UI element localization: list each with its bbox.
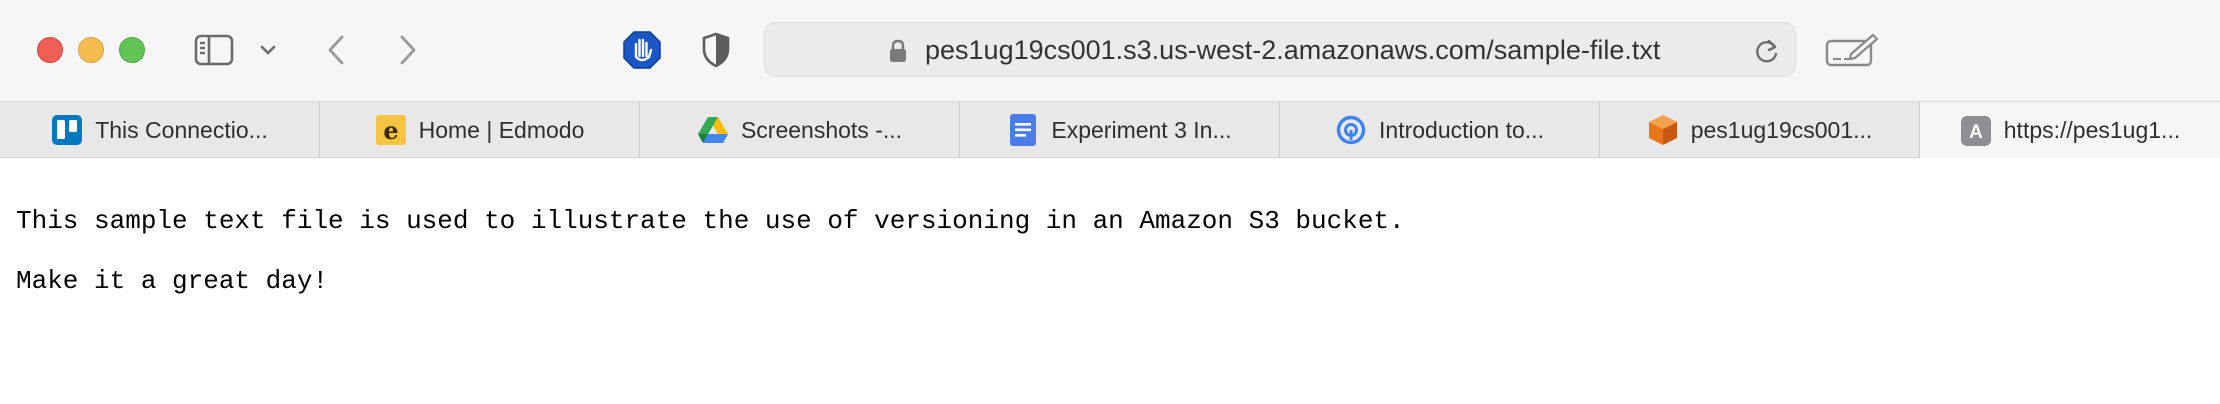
hand-stop-icon — [623, 31, 661, 69]
tab-title: This Connectio... — [95, 116, 268, 143]
edmodo-icon: e — [375, 114, 407, 146]
browser-toolbar: pes1ug19cs001.s3.us-west-2.amazonaws.com… — [0, 0, 2220, 102]
tab-title: pes1ug19cs001... — [1690, 116, 1873, 143]
forward-arrow-icon — [400, 35, 416, 65]
tab-title: Screenshots -... — [740, 116, 903, 143]
minimize-window-button[interactable] — [78, 37, 104, 63]
svg-text:e: e — [383, 116, 398, 145]
tab-current-page[interactable]: A https://pes1ug1... — [1920, 102, 2220, 159]
privacy-shield-button[interactable] — [696, 30, 736, 70]
tab-google-docs[interactable]: Experiment 3 In... — [960, 102, 1280, 158]
aws-cube-icon — [1647, 114, 1679, 146]
tab-introduction[interactable]: Introduction to... — [1280, 102, 1600, 158]
tab-title: Introduction to... — [1379, 116, 1544, 143]
tab-edmodo[interactable]: e Home | Edmodo — [320, 102, 640, 158]
back-button[interactable] — [320, 30, 352, 70]
page-content: This sample text file is used to illustr… — [0, 158, 2220, 404]
chevron-down-icon — [260, 45, 276, 55]
close-window-button[interactable] — [37, 37, 63, 63]
google-drive-icon — [697, 114, 729, 146]
edit-share-icon — [1825, 33, 1879, 67]
tab-s3-bucket[interactable]: pes1ug19cs001... — [1600, 102, 1920, 158]
shield-icon — [702, 32, 730, 68]
sidebar-toggle-button[interactable] — [192, 30, 236, 70]
tab-bar: This Connectio... e Home | Edmodo Screen… — [0, 102, 2220, 159]
google-docs-icon — [1007, 114, 1039, 146]
trello-icon — [51, 114, 83, 146]
tab-title: Home | Edmodo — [418, 116, 585, 143]
favicon-letter: A — [1969, 122, 1983, 143]
url-text: pes1ug19cs001.s3.us-west-2.amazonaws.com… — [925, 35, 1661, 65]
forward-button[interactable] — [392, 30, 424, 70]
back-arrow-icon — [328, 35, 344, 65]
tab-group-menu-button[interactable] — [256, 38, 280, 62]
reload-icon[interactable] — [1753, 37, 1781, 65]
tab-title: https://pes1ug1... — [2003, 117, 2181, 143]
lock-icon — [890, 39, 906, 62]
letter-a-icon: A — [1960, 115, 1992, 147]
text-line: This sample text file is used to illustr… — [16, 206, 1405, 236]
adblock-extension-button[interactable] — [620, 28, 664, 72]
edit-share-button[interactable] — [1824, 30, 1880, 70]
zoom-window-button[interactable] — [119, 37, 145, 63]
info-circle-icon — [1335, 114, 1367, 146]
text-line: Make it a great day! — [16, 266, 329, 296]
tab-trello[interactable]: This Connectio... — [0, 102, 320, 158]
sidebar-icon — [194, 34, 234, 66]
address-bar[interactable]: pes1ug19cs001.s3.us-west-2.amazonaws.com… — [764, 22, 1796, 77]
tab-title: Experiment 3 In... — [1051, 116, 1232, 143]
tab-google-drive[interactable]: Screenshots -... — [640, 102, 960, 158]
